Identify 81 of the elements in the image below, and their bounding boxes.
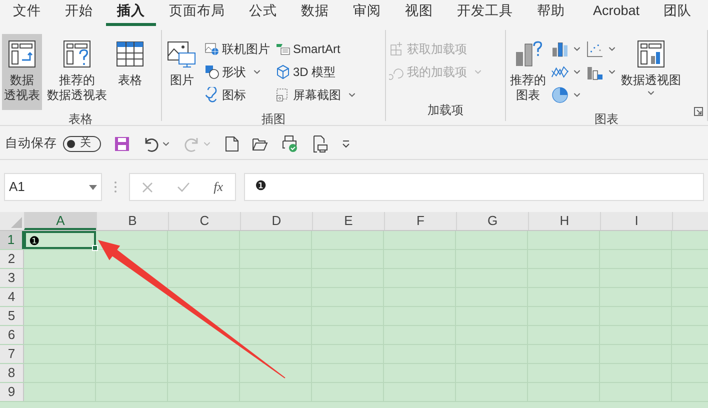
dialog-launcher-icon[interactable] bbox=[694, 107, 703, 116]
row-header[interactable]: 2 bbox=[0, 250, 24, 268]
check-icon[interactable] bbox=[176, 182, 190, 192]
autosave-toggle[interactable]: 关 bbox=[63, 136, 101, 152]
column-header[interactable]: C bbox=[168, 212, 240, 230]
printer-check-icon bbox=[281, 134, 299, 152]
document-printer-icon bbox=[312, 134, 328, 152]
group-label: 插图 bbox=[262, 111, 286, 128]
insert-function-button[interactable]: fx bbox=[214, 177, 224, 197]
row-header[interactable]: 9 bbox=[0, 383, 24, 401]
menu-tab[interactable]: Acrobat bbox=[582, 0, 651, 26]
ribbon-large-button[interactable]: 推荐的 图表 bbox=[508, 34, 548, 110]
group-label: 表格 bbox=[68, 111, 92, 128]
pivot-table-question-icon bbox=[61, 38, 93, 70]
ribbon-small-button[interactable]: 屏幕截图 bbox=[274, 84, 358, 105]
save-icon bbox=[114, 136, 130, 152]
column-header[interactable]: H bbox=[528, 212, 600, 230]
toolbar-button[interactable] bbox=[312, 134, 328, 152]
redo-icon bbox=[184, 136, 200, 152]
folder-icon bbox=[252, 136, 268, 150]
ribbon-small-button[interactable]: SmartArt bbox=[274, 38, 358, 59]
ribbon-large-button[interactable]: 图片 bbox=[164, 34, 200, 110]
ribbon-small-button[interactable]: 形状 bbox=[203, 61, 271, 82]
toolbar-button[interactable] bbox=[341, 138, 351, 148]
ribbon-large-button[interactable]: 数据 透视表 bbox=[2, 34, 42, 110]
row-header[interactable]: 4 bbox=[0, 288, 24, 306]
pie-chart-icon bbox=[550, 84, 570, 104]
fill-handle[interactable] bbox=[92, 245, 98, 251]
cube-icon bbox=[275, 64, 291, 80]
menu-tab[interactable]: 开始 bbox=[54, 0, 104, 26]
scatter-chart-icon bbox=[585, 38, 605, 58]
menu-tab[interactable]: 团队 bbox=[652, 0, 703, 26]
name-box[interactable]: A1 bbox=[4, 173, 102, 201]
chart-type-button[interactable] bbox=[549, 84, 583, 105]
menu-tab[interactable]: 开发工具 bbox=[446, 0, 524, 26]
pivot-chart-icon bbox=[635, 38, 667, 70]
group-label: 加载项 bbox=[428, 102, 464, 119]
menu-tab[interactable]: 视图 bbox=[394, 0, 444, 26]
row-header[interactable]: 7 bbox=[0, 345, 24, 363]
ribbon-small-button[interactable]: 3D 模型 bbox=[274, 61, 358, 82]
column-header[interactable]: F bbox=[384, 212, 456, 230]
column-header[interactable]: G bbox=[456, 212, 528, 230]
dropdown-triangle-icon bbox=[89, 184, 97, 190]
table-cell[interactable]: ❶ bbox=[24, 231, 96, 249]
ribbon-large-button[interactable]: 数据透视图 bbox=[619, 34, 683, 110]
ribbon-large-button[interactable]: 推荐的 数据透视表 bbox=[45, 34, 109, 110]
customize-caret-icon bbox=[341, 138, 351, 148]
group-label: 图表 bbox=[594, 111, 618, 128]
column-header[interactable]: D bbox=[240, 212, 312, 230]
row-header[interactable]: 1 bbox=[0, 231, 24, 249]
toolbar-button[interactable] bbox=[252, 136, 268, 150]
menu-tab[interactable]: 插入 bbox=[106, 0, 156, 26]
new-document-icon bbox=[225, 136, 239, 152]
row-header[interactable]: 3 bbox=[0, 269, 24, 287]
menu-tab[interactable]: 文件 bbox=[2, 0, 52, 26]
toolbar-button[interactable] bbox=[225, 136, 239, 152]
shapes-icon bbox=[204, 64, 220, 80]
ribbon-small-button[interactable]: 图标 bbox=[203, 84, 271, 105]
column-header[interactable]: I bbox=[600, 212, 672, 230]
row-header[interactable]: 6 bbox=[0, 326, 24, 344]
row-header[interactable]: 5 bbox=[0, 307, 24, 325]
column-header[interactable]: E bbox=[312, 212, 384, 230]
toolbar-button[interactable] bbox=[143, 136, 171, 152]
pivot-table-icon bbox=[6, 38, 38, 70]
menu-tab[interactable]: 公式 bbox=[238, 0, 288, 26]
online-picture-icon bbox=[204, 40, 220, 56]
menu-tab[interactable]: 审阅 bbox=[342, 0, 392, 26]
formula-input-field[interactable]: ❶ bbox=[244, 173, 704, 201]
undo-icon bbox=[143, 136, 159, 152]
menu-tab[interactable]: 帮助 bbox=[526, 0, 576, 26]
toolbar-button[interactable] bbox=[114, 136, 130, 152]
grip-dots-icon bbox=[114, 181, 117, 193]
menu-tab[interactable]: 页面布局 bbox=[158, 0, 236, 26]
column-header[interactable]: B bbox=[96, 212, 168, 230]
ribbon-small-button[interactable]: 联机图片 bbox=[203, 38, 271, 59]
ribbon-large-button[interactable]: 表格 bbox=[112, 34, 148, 110]
menu-tab[interactable]: 数据 bbox=[290, 0, 340, 26]
autosave-label: 自动保存 bbox=[5, 135, 57, 152]
toolbar-button[interactable] bbox=[281, 134, 299, 152]
column-header[interactable]: A bbox=[24, 212, 96, 230]
row-header[interactable]: 8 bbox=[0, 364, 24, 382]
